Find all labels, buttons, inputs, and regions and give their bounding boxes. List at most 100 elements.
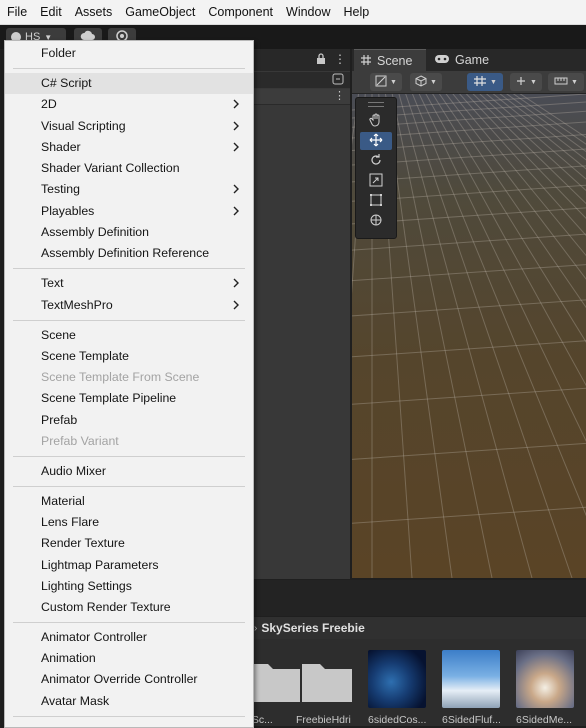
move-tool-button[interactable] <box>360 132 392 150</box>
menu-item-label: Scene Template Pipeline <box>41 391 177 405</box>
cube-icon <box>415 74 427 90</box>
hierarchy-search-field[interactable] <box>252 72 350 88</box>
asset-item[interactable]: FreebieHdri <box>296 650 360 726</box>
rotate-tool-button[interactable] <box>360 152 392 170</box>
draw-mode-dropdown[interactable]: ▼ <box>370 73 402 91</box>
menu-item-playables[interactable]: Playables <box>5 201 253 222</box>
menu-item-testing[interactable]: Testing <box>5 179 253 200</box>
increment-snap-dropdown[interactable]: ▼ <box>510 73 542 91</box>
render-mode-dropdown[interactable]: ▼ <box>410 73 442 91</box>
menu-item-animator-controller[interactable]: Animator Controller <box>5 627 253 648</box>
scale-icon <box>369 173 383 190</box>
chevron-down-icon: ▼ <box>530 78 537 86</box>
menu-item-shader-variant-collection[interactable]: Shader Variant Collection <box>5 158 253 179</box>
menu-help[interactable]: Help <box>336 0 375 24</box>
snap-increment-icon <box>515 75 527 90</box>
asset-label: FreebieHdri <box>296 714 351 726</box>
chevron-right-icon <box>233 278 239 288</box>
gamepad-icon <box>434 53 450 67</box>
menu-item-audio-mixer[interactable]: Audio Mixer <box>5 461 253 482</box>
menu-item-prefab[interactable]: Prefab <box>5 410 253 431</box>
menu-item-render-texture[interactable]: Render Texture <box>5 533 253 554</box>
create-context-menu: Folder C# Script 2D Visual Scripting Sha… <box>4 40 254 728</box>
menu-item-label: Assembly Definition Reference <box>41 246 210 260</box>
menu-item-scene-template-pipeline[interactable]: Scene Template Pipeline <box>5 388 253 409</box>
grid-snapping-dropdown[interactable]: ▼ <box>467 73 503 91</box>
ruler-dropdown[interactable]: ▼ <box>548 73 584 91</box>
palette-drag-handle[interactable] <box>368 102 384 107</box>
menu-item-lighting-settings[interactable]: Lighting Settings <box>5 576 253 597</box>
hand-icon <box>369 113 383 130</box>
search-options-icon[interactable] <box>332 73 344 88</box>
lock-icon[interactable] <box>316 53 326 68</box>
scene-tab-bar: Scene Game <box>352 49 586 72</box>
menu-item-label: 2D <box>41 97 57 111</box>
menu-separator <box>13 268 245 269</box>
rect-tool-button[interactable] <box>360 192 392 210</box>
menu-item-assembly-definition-reference[interactable]: Assembly Definition Reference <box>5 243 253 264</box>
asset-label: 6SidedFluf... <box>442 714 501 726</box>
more-options-icon[interactable]: ⋮ <box>334 89 345 102</box>
menu-item-animator-override-controller[interactable]: Animator Override Controller <box>5 669 253 690</box>
menu-item-2d[interactable]: 2D <box>5 94 253 115</box>
scene-toolbar: ▼ ▼ ▼ ▼ ▼ <box>352 71 586 94</box>
menu-item-label: Text <box>41 276 64 290</box>
project-breadcrumb: › SkySeries Freebie <box>252 617 586 639</box>
menu-item-assembly-definition[interactable]: Assembly Definition <box>5 222 253 243</box>
menu-item-visual-scripting[interactable]: Visual Scripting <box>5 116 253 137</box>
tab-game[interactable]: Game <box>432 49 502 71</box>
menu-item-folder[interactable]: Folder <box>5 43 253 64</box>
menu-item-text[interactable]: Text <box>5 273 253 294</box>
menu-item-label: Assembly Definition <box>41 225 149 239</box>
hand-tool-button[interactable] <box>360 112 392 130</box>
asset-item[interactable]: 6sidedCos... <box>368 650 430 726</box>
menu-item-lens-flare[interactable]: Lens Flare <box>5 512 253 533</box>
chevron-right-icon <box>233 206 239 216</box>
menu-component[interactable]: Component <box>201 0 279 24</box>
menu-item-label: TextMeshPro <box>41 298 113 312</box>
more-options-icon[interactable]: ⋮ <box>334 52 346 66</box>
chevron-down-icon: ▼ <box>390 78 397 86</box>
menu-window[interactable]: Window <box>279 0 336 24</box>
menu-item-prefab-variant: Prefab Variant <box>5 431 253 452</box>
skybox-thumbnail <box>516 650 574 708</box>
asset-item[interactable]: 6SidedMe... <box>516 650 578 726</box>
folder-icon <box>302 664 352 702</box>
asset-label: 6sidedCos... <box>368 714 427 726</box>
menu-file[interactable]: File <box>0 0 33 24</box>
tab-scene[interactable]: Scene <box>354 49 426 72</box>
menu-edit[interactable]: Edit <box>33 0 68 24</box>
menu-item-label: Lens Flare <box>41 515 100 529</box>
menu-item-textmeshpro[interactable]: TextMeshPro <box>5 295 253 316</box>
menu-separator <box>13 456 245 457</box>
menu-item-lightmap-parameters[interactable]: Lightmap Parameters <box>5 555 253 576</box>
asset-label: 6SidedMe... <box>516 714 573 726</box>
menu-item-label: C# Script <box>41 76 92 90</box>
folder-breadcrumb[interactable]: SkySeries Freebie <box>261 621 364 635</box>
asset-item[interactable]: 6SidedFluf... <box>442 650 504 726</box>
menu-item-label: Lightmap Parameters <box>41 558 159 572</box>
menu-gameobject[interactable]: GameObject <box>118 0 201 24</box>
menu-item-scene[interactable]: Scene <box>5 325 253 346</box>
menu-item-label: Animation <box>41 651 96 665</box>
menu-item-material[interactable]: Material <box>5 491 253 512</box>
menu-assets[interactable]: Assets <box>68 0 119 24</box>
menu-item-animation[interactable]: Animation <box>5 648 253 669</box>
menu-item-avatar-mask[interactable]: Avatar Mask <box>5 691 253 712</box>
hierarchy-panel: ⋮ ⋮ <box>252 49 350 579</box>
transform-tool-button[interactable] <box>360 212 392 230</box>
menu-separator <box>13 716 245 717</box>
menu-item-csharp-script[interactable]: C# Script <box>5 73 253 94</box>
chevron-right-icon <box>233 300 239 310</box>
menu-item-label: Lighting Settings <box>41 579 132 593</box>
menu-item-label: Playables <box>41 204 95 218</box>
menu-item-label: Avatar Mask <box>41 694 110 708</box>
chevron-down-icon: ▼ <box>490 78 497 86</box>
menu-item-shader[interactable]: Shader <box>5 137 253 158</box>
menu-separator <box>13 622 245 623</box>
menu-item-scene-template[interactable]: Scene Template <box>5 346 253 367</box>
chevron-right-icon <box>233 184 239 194</box>
scale-tool-button[interactable] <box>360 172 392 190</box>
tool-palette <box>355 97 397 239</box>
menu-item-custom-render-texture[interactable]: Custom Render Texture <box>5 597 253 618</box>
